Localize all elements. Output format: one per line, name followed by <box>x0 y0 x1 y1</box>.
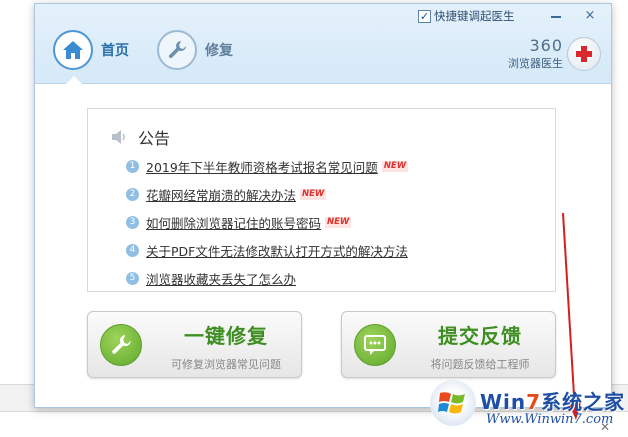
tray-close-icon[interactable]: ✕ <box>600 420 610 434</box>
windows-logo-icon <box>430 380 476 426</box>
watermark: Win7系统之家 Www.Winwin7.com <box>430 380 626 432</box>
watermark-title: Win7系统之家 <box>480 390 626 414</box>
annotation-arrow <box>562 212 581 420</box>
watermark-url: Www.Winwin7.com <box>486 412 614 427</box>
